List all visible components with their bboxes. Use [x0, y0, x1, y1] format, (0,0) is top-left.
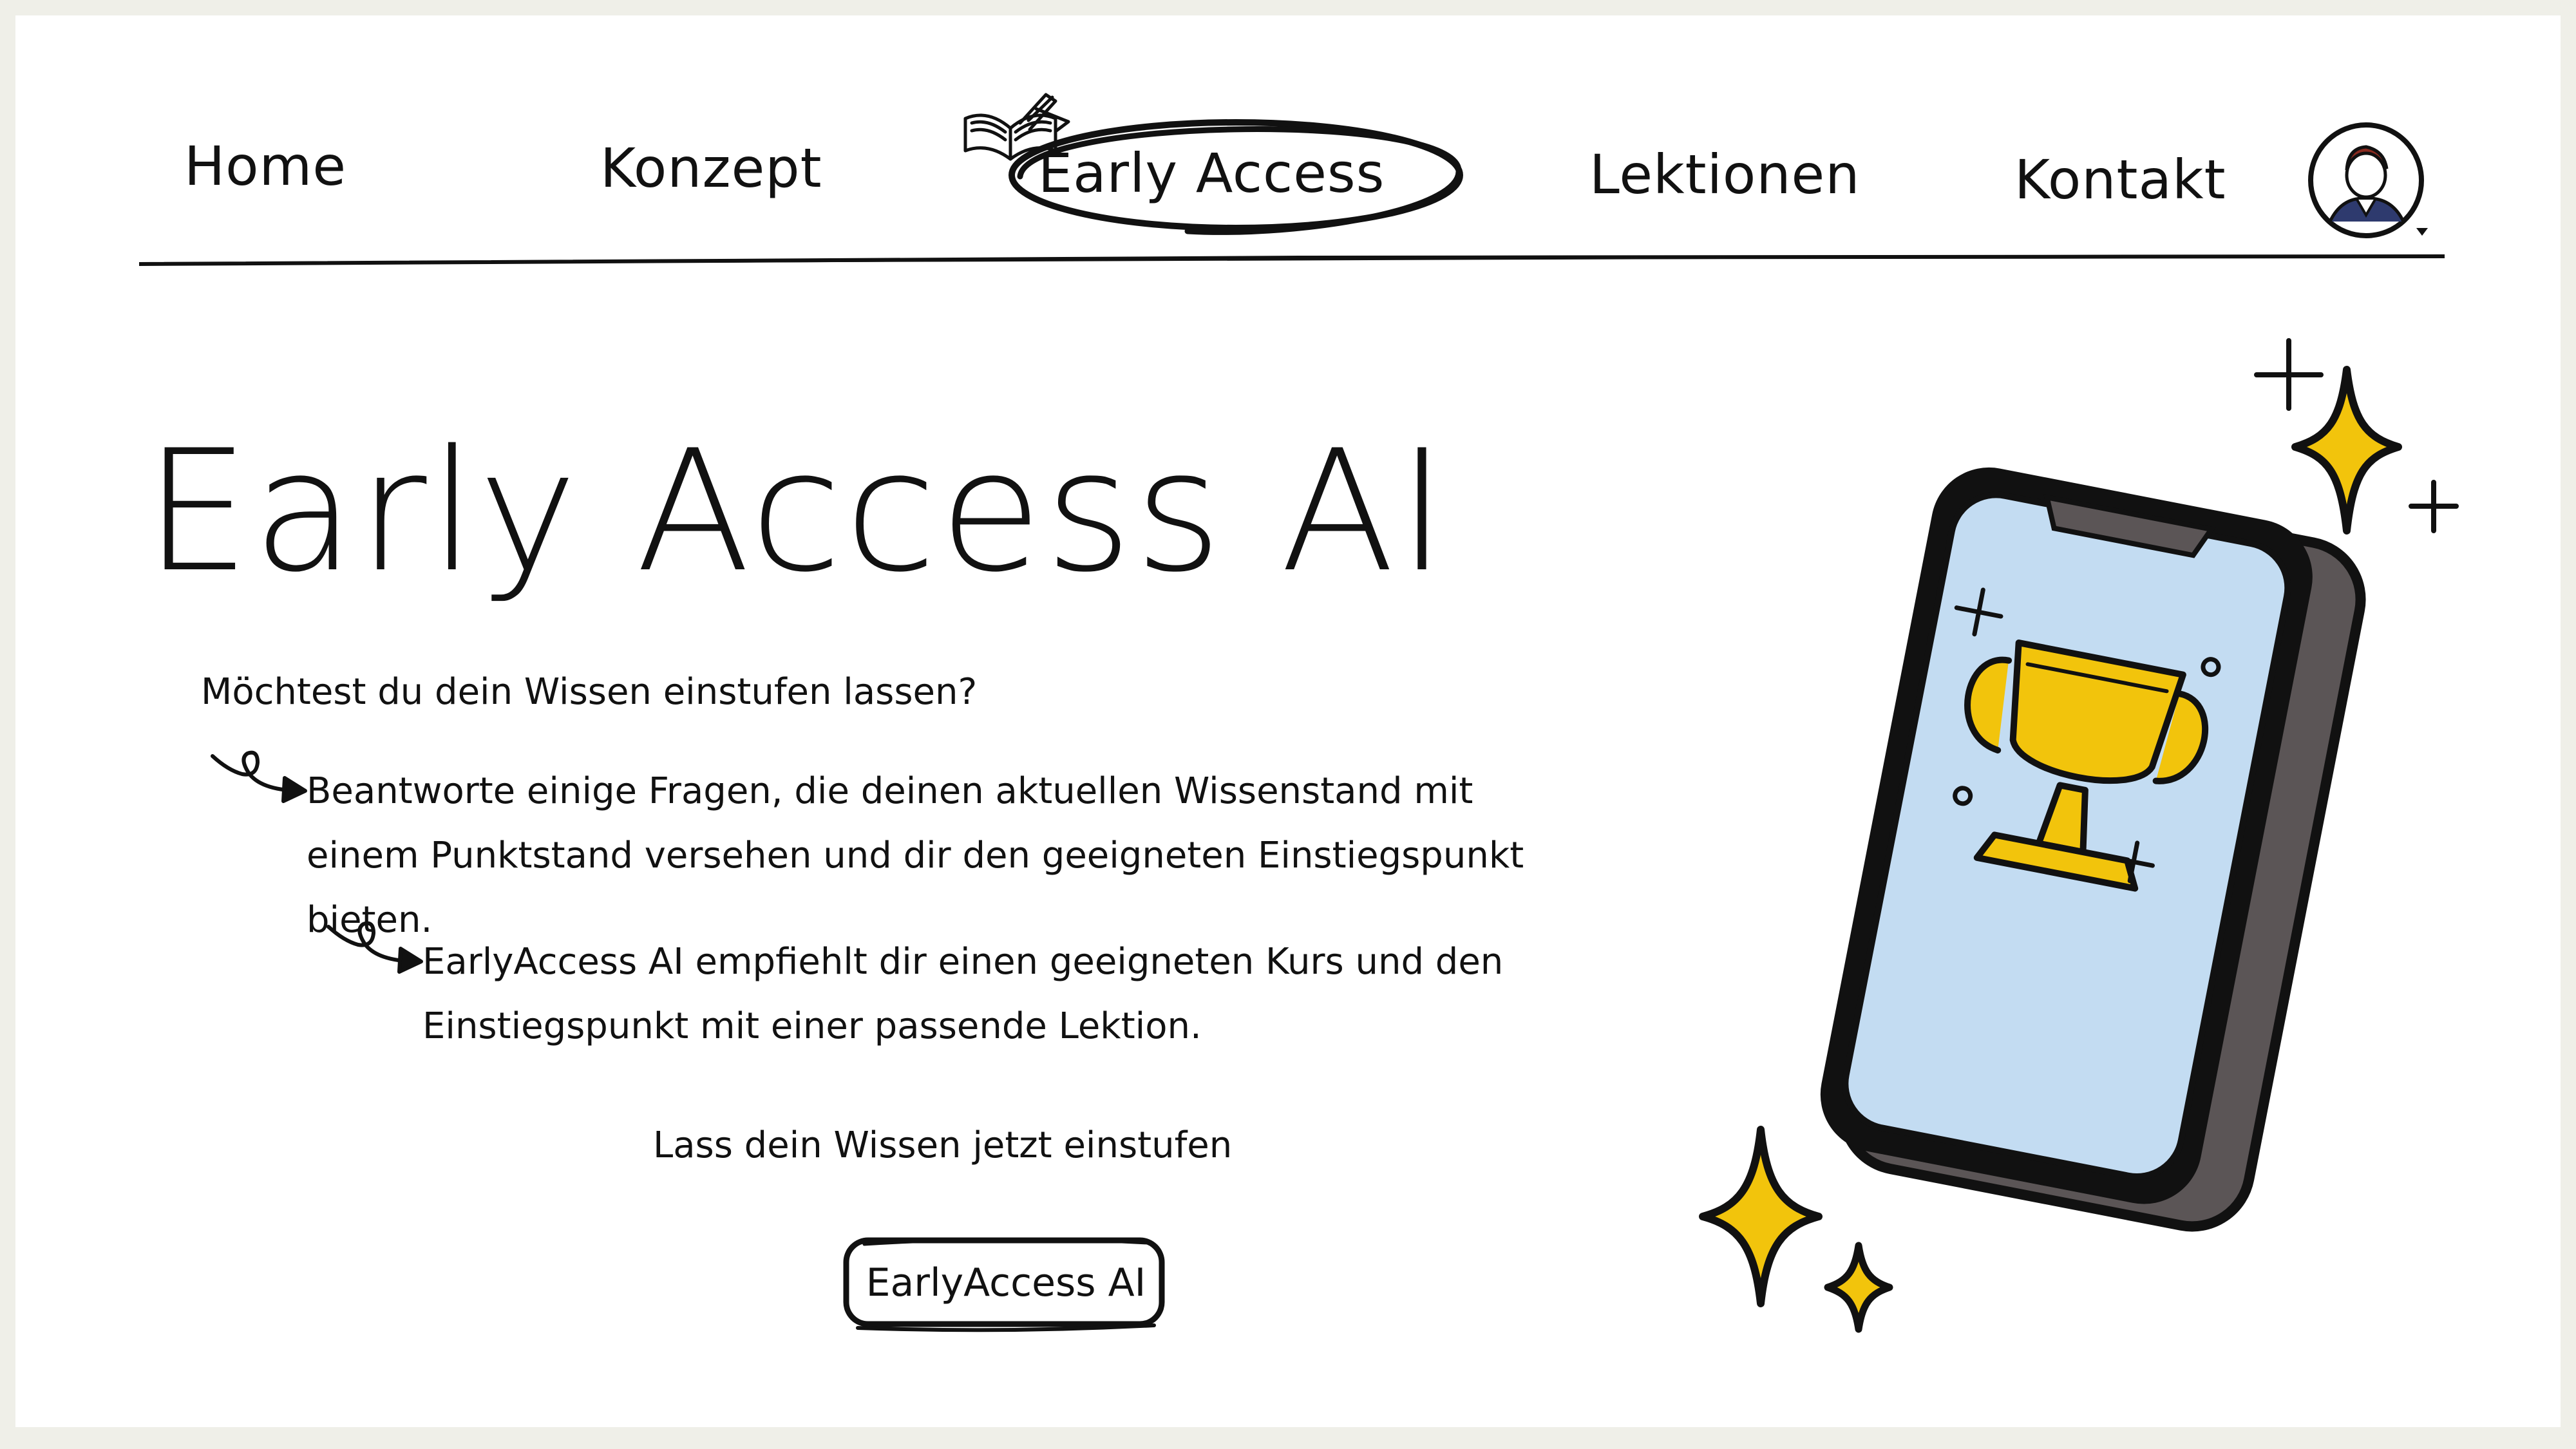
sparkle-icon	[1824, 1242, 1893, 1333]
page: Home Konzept Early Access Lektionen Kont…	[15, 15, 2561, 1427]
curly-arrow-icon	[327, 921, 423, 974]
nav-item-home[interactable]: Home	[184, 135, 346, 198]
early-access-ai-button[interactable]: EarlyAccess AI	[838, 1231, 1173, 1334]
nav-item-lektionen[interactable]: Lektionen	[1589, 143, 1860, 206]
sparkle-icon	[1699, 1126, 1823, 1307]
sparkle-icon	[2291, 366, 2402, 535]
cta-prompt: Lass dein Wissen jetzt einstufen	[653, 1124, 1233, 1166]
nav-divider	[139, 254, 2445, 266]
intro-question: Möchtest du dein Wissen einstufen lassen…	[201, 671, 978, 713]
info-bullet: EarlyAccess AI empfiehlt dir einen geeig…	[422, 941, 1504, 1047]
nav-item-konzept[interactable]: Konzept	[600, 137, 822, 200]
user-avatar-icon[interactable]	[2302, 118, 2443, 247]
nav-item-kontakt[interactable]: Kontakt	[2014, 148, 2226, 211]
button-label: EarlyAccess AI	[866, 1260, 1146, 1305]
smartphone-illustration	[1699, 338, 2459, 1333]
info-bullet: Beantworte einige Fragen, die deinen akt…	[307, 770, 1524, 941]
nav-item-early-access[interactable]: Early Access	[1038, 142, 1385, 205]
page-title: Early Access AI	[144, 415, 1450, 609]
curly-arrow-icon	[211, 750, 307, 803]
